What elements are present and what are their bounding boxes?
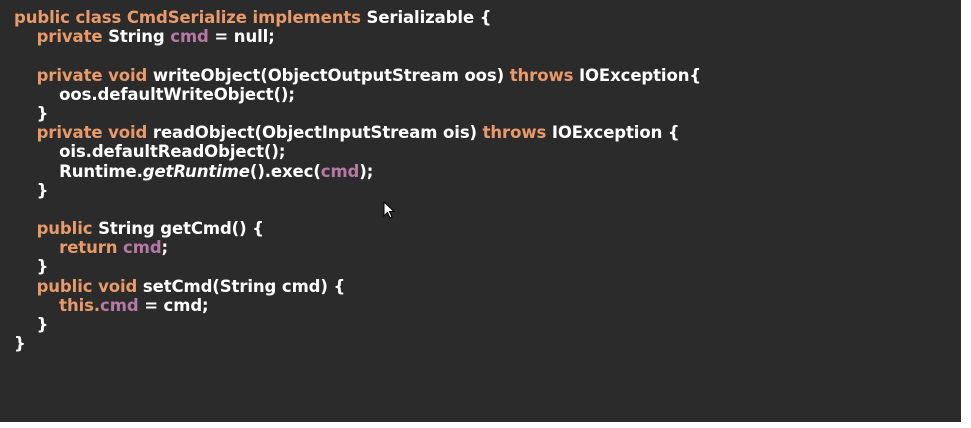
code-token: );	[359, 161, 374, 181]
code-line[interactable]	[14, 200, 701, 219]
code-line[interactable]: oos.defaultWriteObject();	[14, 85, 701, 104]
code-line[interactable]: }	[14, 104, 701, 123]
code-token: }	[14, 334, 26, 354]
code-token: }	[14, 315, 49, 334]
code-line[interactable]	[14, 46, 701, 65]
code-line[interactable]: public void setCmd(String cmd) {	[14, 277, 701, 296]
code-line[interactable]: return cmd;	[14, 238, 701, 257]
code-line[interactable]: }	[14, 257, 701, 276]
code-line[interactable]: private void readObject(ObjectInputStrea…	[14, 123, 701, 142]
code-token: }	[14, 180, 49, 200]
code-token: Runtime.	[14, 161, 143, 181]
mouse-pointer-icon	[383, 201, 395, 219]
code-token: readObject(ObjectInputStream ois)	[152, 123, 483, 143]
code-token: getRuntime	[142, 161, 250, 181]
code-line[interactable]: private void writeObject(ObjectOutputStr…	[14, 65, 702, 85]
code-line[interactable]: ois.defaultReadObject();	[14, 142, 701, 161]
code-line[interactable]: }	[14, 181, 701, 200]
code-token: setCmd(String cmd) {	[142, 276, 346, 296]
code-token: IOException {	[551, 123, 680, 143]
code-token: ois.defaultReadObject();	[14, 142, 286, 162]
keyword-token: public class	[14, 8, 127, 27]
keyword-token: public	[36, 219, 99, 239]
code-line[interactable]: private String cmd = null;	[14, 27, 701, 46]
keyword-token: public void	[36, 276, 143, 296]
code-line[interactable]: Runtime.getRuntime().exec(cmd);	[14, 162, 701, 181]
keyword-token: CmdSerialize	[126, 8, 253, 27]
code-block[interactable]: public class CmdSerialize implements Ser…	[14, 8, 701, 353]
code-token: String	[108, 27, 171, 47]
keyword-token: this.	[59, 295, 101, 315]
code-token: oos.defaultWriteObject();	[14, 84, 295, 104]
code-line[interactable]: this.cmd = cmd;	[14, 296, 701, 315]
keyword-token: throws	[482, 123, 552, 143]
code-token: String	[98, 219, 161, 239]
field-token: cmd	[123, 238, 162, 258]
code-token: ;	[161, 238, 169, 258]
keyword-token: private void	[36, 123, 153, 143]
code-token: getCmd() {	[160, 219, 264, 239]
field-token: cmd	[170, 27, 209, 47]
keyword-token: implements	[252, 8, 367, 27]
keyword-token: throws	[509, 65, 579, 85]
keyword-token: private void	[36, 65, 153, 85]
code-line[interactable]: }	[14, 334, 701, 353]
code-token: Serializable {	[366, 8, 492, 27]
field-token: cmd	[100, 295, 139, 315]
code-token: IOException{	[578, 65, 701, 85]
code-token: = cmd;	[138, 295, 209, 315]
code-line[interactable]: public String getCmd() {	[14, 219, 701, 238]
code-token: writeObject(ObjectOutputStream oos)	[152, 65, 510, 85]
code-editor[interactable]: public class CmdSerialize implements Ser…	[0, 0, 961, 422]
code-token: }	[14, 103, 49, 123]
keyword-token: private	[36, 27, 109, 47]
code-line[interactable]: }	[14, 315, 701, 334]
field-token: cmd	[320, 161, 360, 181]
code-token: ().exec(	[249, 161, 321, 181]
keyword-token: return	[59, 238, 124, 258]
code-line[interactable]: public class CmdSerialize implements Ser…	[14, 8, 701, 27]
code-token: = null;	[208, 27, 275, 47]
code-token: }	[14, 257, 49, 277]
